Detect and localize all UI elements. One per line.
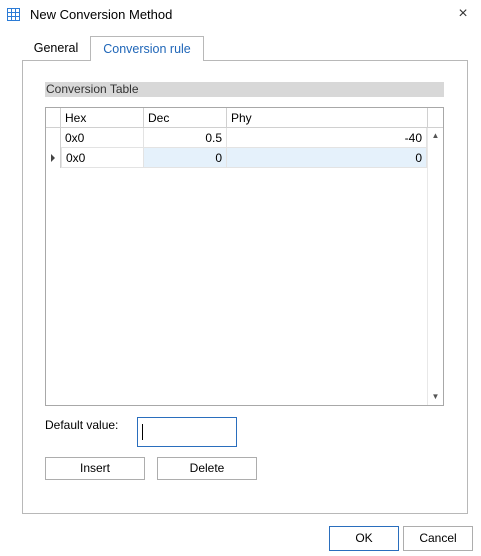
tab-conversion-rule[interactable]: Conversion rule: [90, 36, 204, 61]
column-header-phy[interactable]: Phy: [227, 108, 428, 128]
ok-button[interactable]: OK: [329, 526, 399, 551]
table-row-selected[interactable]: 0x0 0 0: [46, 148, 427, 168]
grid-table-icon: [7, 8, 20, 21]
insert-button[interactable]: Insert: [45, 457, 145, 480]
close-icon[interactable]: ×: [452, 3, 474, 25]
cell-dec[interactable]: 0: [144, 148, 227, 168]
cell-hex[interactable]: 0x0: [61, 148, 144, 168]
row-header-corner: [46, 108, 61, 128]
row-indicator-current[interactable]: [46, 148, 61, 168]
tab-general[interactable]: General: [26, 37, 86, 59]
conversion-table-caption: Conversion Table: [45, 82, 444, 97]
header-scroll-corner: [428, 108, 443, 128]
default-value-label: Default value:: [45, 418, 119, 432]
vertical-scrollbar[interactable]: ▲ ▼: [427, 128, 443, 405]
column-header-hex[interactable]: Hex: [61, 108, 144, 128]
window-title: New Conversion Method: [30, 7, 173, 22]
cell-dec[interactable]: 0.5: [144, 128, 227, 148]
text-caret: [142, 424, 143, 440]
table-header-row: Hex Dec Phy: [46, 108, 443, 128]
title-bar: New Conversion Method ×: [0, 0, 481, 30]
column-header-dec[interactable]: Dec: [144, 108, 227, 128]
current-row-arrow-icon: [51, 154, 55, 162]
scroll-down-icon[interactable]: ▼: [428, 389, 443, 405]
cell-phy[interactable]: 0: [227, 148, 427, 168]
cancel-button[interactable]: Cancel: [403, 526, 473, 551]
cell-phy[interactable]: -40: [227, 128, 427, 148]
scroll-up-icon[interactable]: ▲: [428, 128, 443, 144]
default-value-input[interactable]: [137, 417, 237, 447]
table-row[interactable]: 0x0 0.5 -40: [46, 128, 427, 148]
conversion-table-grid: Hex Dec Phy 0x0 0.5 -40 0x0 0 0 ▲ ▼: [45, 107, 444, 406]
delete-button[interactable]: Delete: [157, 457, 257, 480]
row-indicator[interactable]: [46, 128, 61, 148]
cell-hex[interactable]: 0x0: [61, 128, 144, 148]
